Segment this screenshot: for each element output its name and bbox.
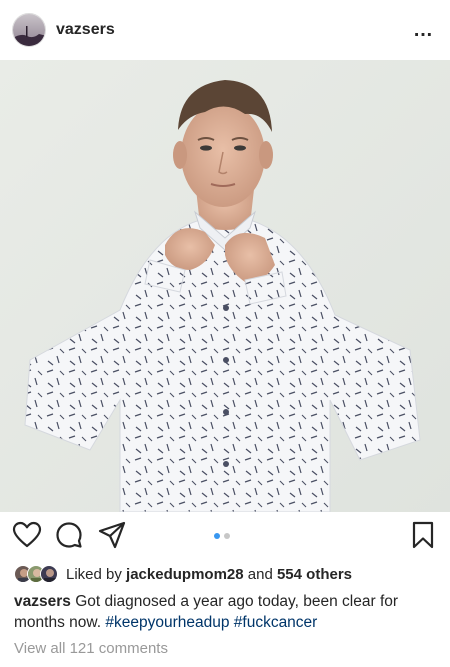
post-username[interactable]: vazsers bbox=[56, 21, 115, 39]
likes-others[interactable]: 554 others bbox=[277, 566, 352, 583]
paper-plane-icon[interactable] bbox=[97, 520, 127, 550]
liker-username[interactable]: jackedupmom28 bbox=[126, 566, 244, 583]
action-bar bbox=[0, 514, 450, 558]
likes-connector: and bbox=[247, 565, 273, 583]
liker-avatars[interactable] bbox=[14, 565, 58, 583]
post-photo[interactable] bbox=[0, 60, 450, 512]
hashtag-link[interactable]: #keepyourheadup bbox=[105, 614, 229, 631]
liker-avatar[interactable] bbox=[40, 565, 58, 583]
post-header: vazsers … bbox=[0, 0, 450, 60]
carousel-dot bbox=[224, 533, 230, 539]
comment-bubble-icon[interactable] bbox=[54, 520, 84, 550]
carousel-dot-active bbox=[214, 533, 220, 539]
heart-icon[interactable] bbox=[12, 520, 42, 550]
caption-username[interactable]: vazsers bbox=[14, 593, 71, 610]
likes-text: Liked by jackedupmom28 and 554 others bbox=[66, 566, 352, 583]
bookmark-icon[interactable] bbox=[408, 520, 438, 550]
carousel-indicator bbox=[214, 533, 230, 539]
likes-row: Liked by jackedupmom28 and 554 others bbox=[14, 563, 352, 585]
more-dots-icon[interactable]: … bbox=[409, 19, 438, 42]
profile-avatar[interactable] bbox=[12, 13, 46, 47]
likes-prefix: Liked by bbox=[66, 565, 122, 583]
view-all-comments-link[interactable]: View all 121 comments bbox=[14, 640, 168, 657]
hashtag-link[interactable]: #fuckcancer bbox=[234, 614, 318, 631]
post-caption: vazsers Got diagnosed a year ago today, … bbox=[14, 591, 434, 633]
